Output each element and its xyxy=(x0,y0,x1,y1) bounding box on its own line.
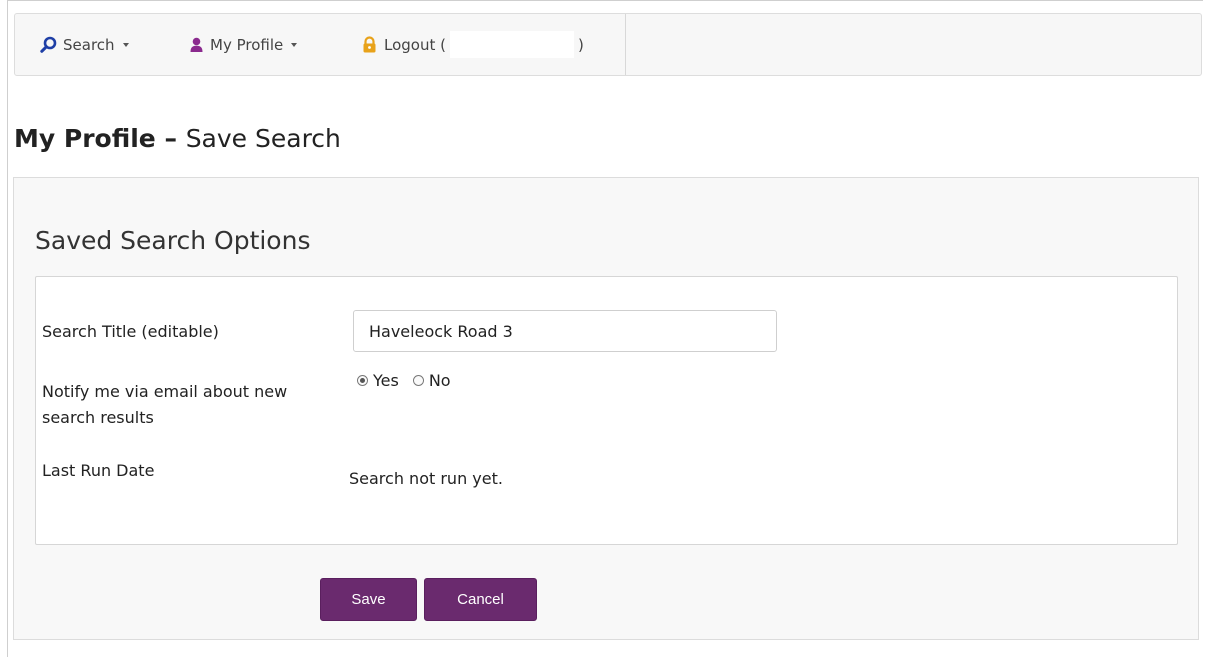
lock-icon xyxy=(361,36,378,53)
nav-logout-prefix: Logout ( xyxy=(384,35,446,54)
cancel-button[interactable]: Cancel xyxy=(424,578,537,621)
nav-search-dropdown[interactable]: Search xyxy=(40,14,129,75)
nav-profile-label: My Profile xyxy=(210,35,284,54)
last-run-label: Last Run Date xyxy=(42,461,155,480)
redacted-username xyxy=(449,31,574,58)
page-title-bold: My Profile xyxy=(14,124,156,153)
notify-label: Notify me via email about new search res… xyxy=(42,382,288,427)
page-title: My Profile – Save Search xyxy=(14,124,341,153)
notify-yes-radio[interactable]: Yes xyxy=(357,371,399,390)
notify-no-radio[interactable]: No xyxy=(412,371,451,390)
notify-yes-label: Yes xyxy=(373,371,399,390)
top-navbar: Search My Profile Logout () xyxy=(14,13,1202,76)
page-title-separator: – xyxy=(155,124,186,153)
chevron-down-icon xyxy=(122,43,129,47)
search-title-input[interactable] xyxy=(353,310,777,352)
save-search-panel: Saved Search Options Search Title (edita… xyxy=(13,177,1199,640)
chevron-down-icon xyxy=(291,43,298,47)
nav-search-label: Search xyxy=(63,35,115,54)
radio-selected-icon xyxy=(357,375,368,386)
nav-logout-suffix: ) xyxy=(577,35,584,54)
search-title-label: Search Title (editable) xyxy=(42,322,219,341)
user-icon xyxy=(189,37,204,53)
save-button[interactable]: Save xyxy=(320,578,417,621)
page-title-rest: Save Search xyxy=(185,124,341,153)
search-icon xyxy=(40,36,57,53)
section-title: Saved Search Options xyxy=(35,226,311,255)
notify-radio-group: Yes No xyxy=(357,371,451,390)
nav-menu: Search My Profile Logout () xyxy=(15,14,626,75)
nav-profile-dropdown[interactable]: My Profile xyxy=(189,14,298,75)
nav-logout-link[interactable]: Logout ( ) xyxy=(361,14,584,75)
last-run-value: Search not run yet. xyxy=(349,469,503,488)
notify-no-label: No xyxy=(428,371,451,390)
radio-unselected-icon xyxy=(412,375,424,386)
